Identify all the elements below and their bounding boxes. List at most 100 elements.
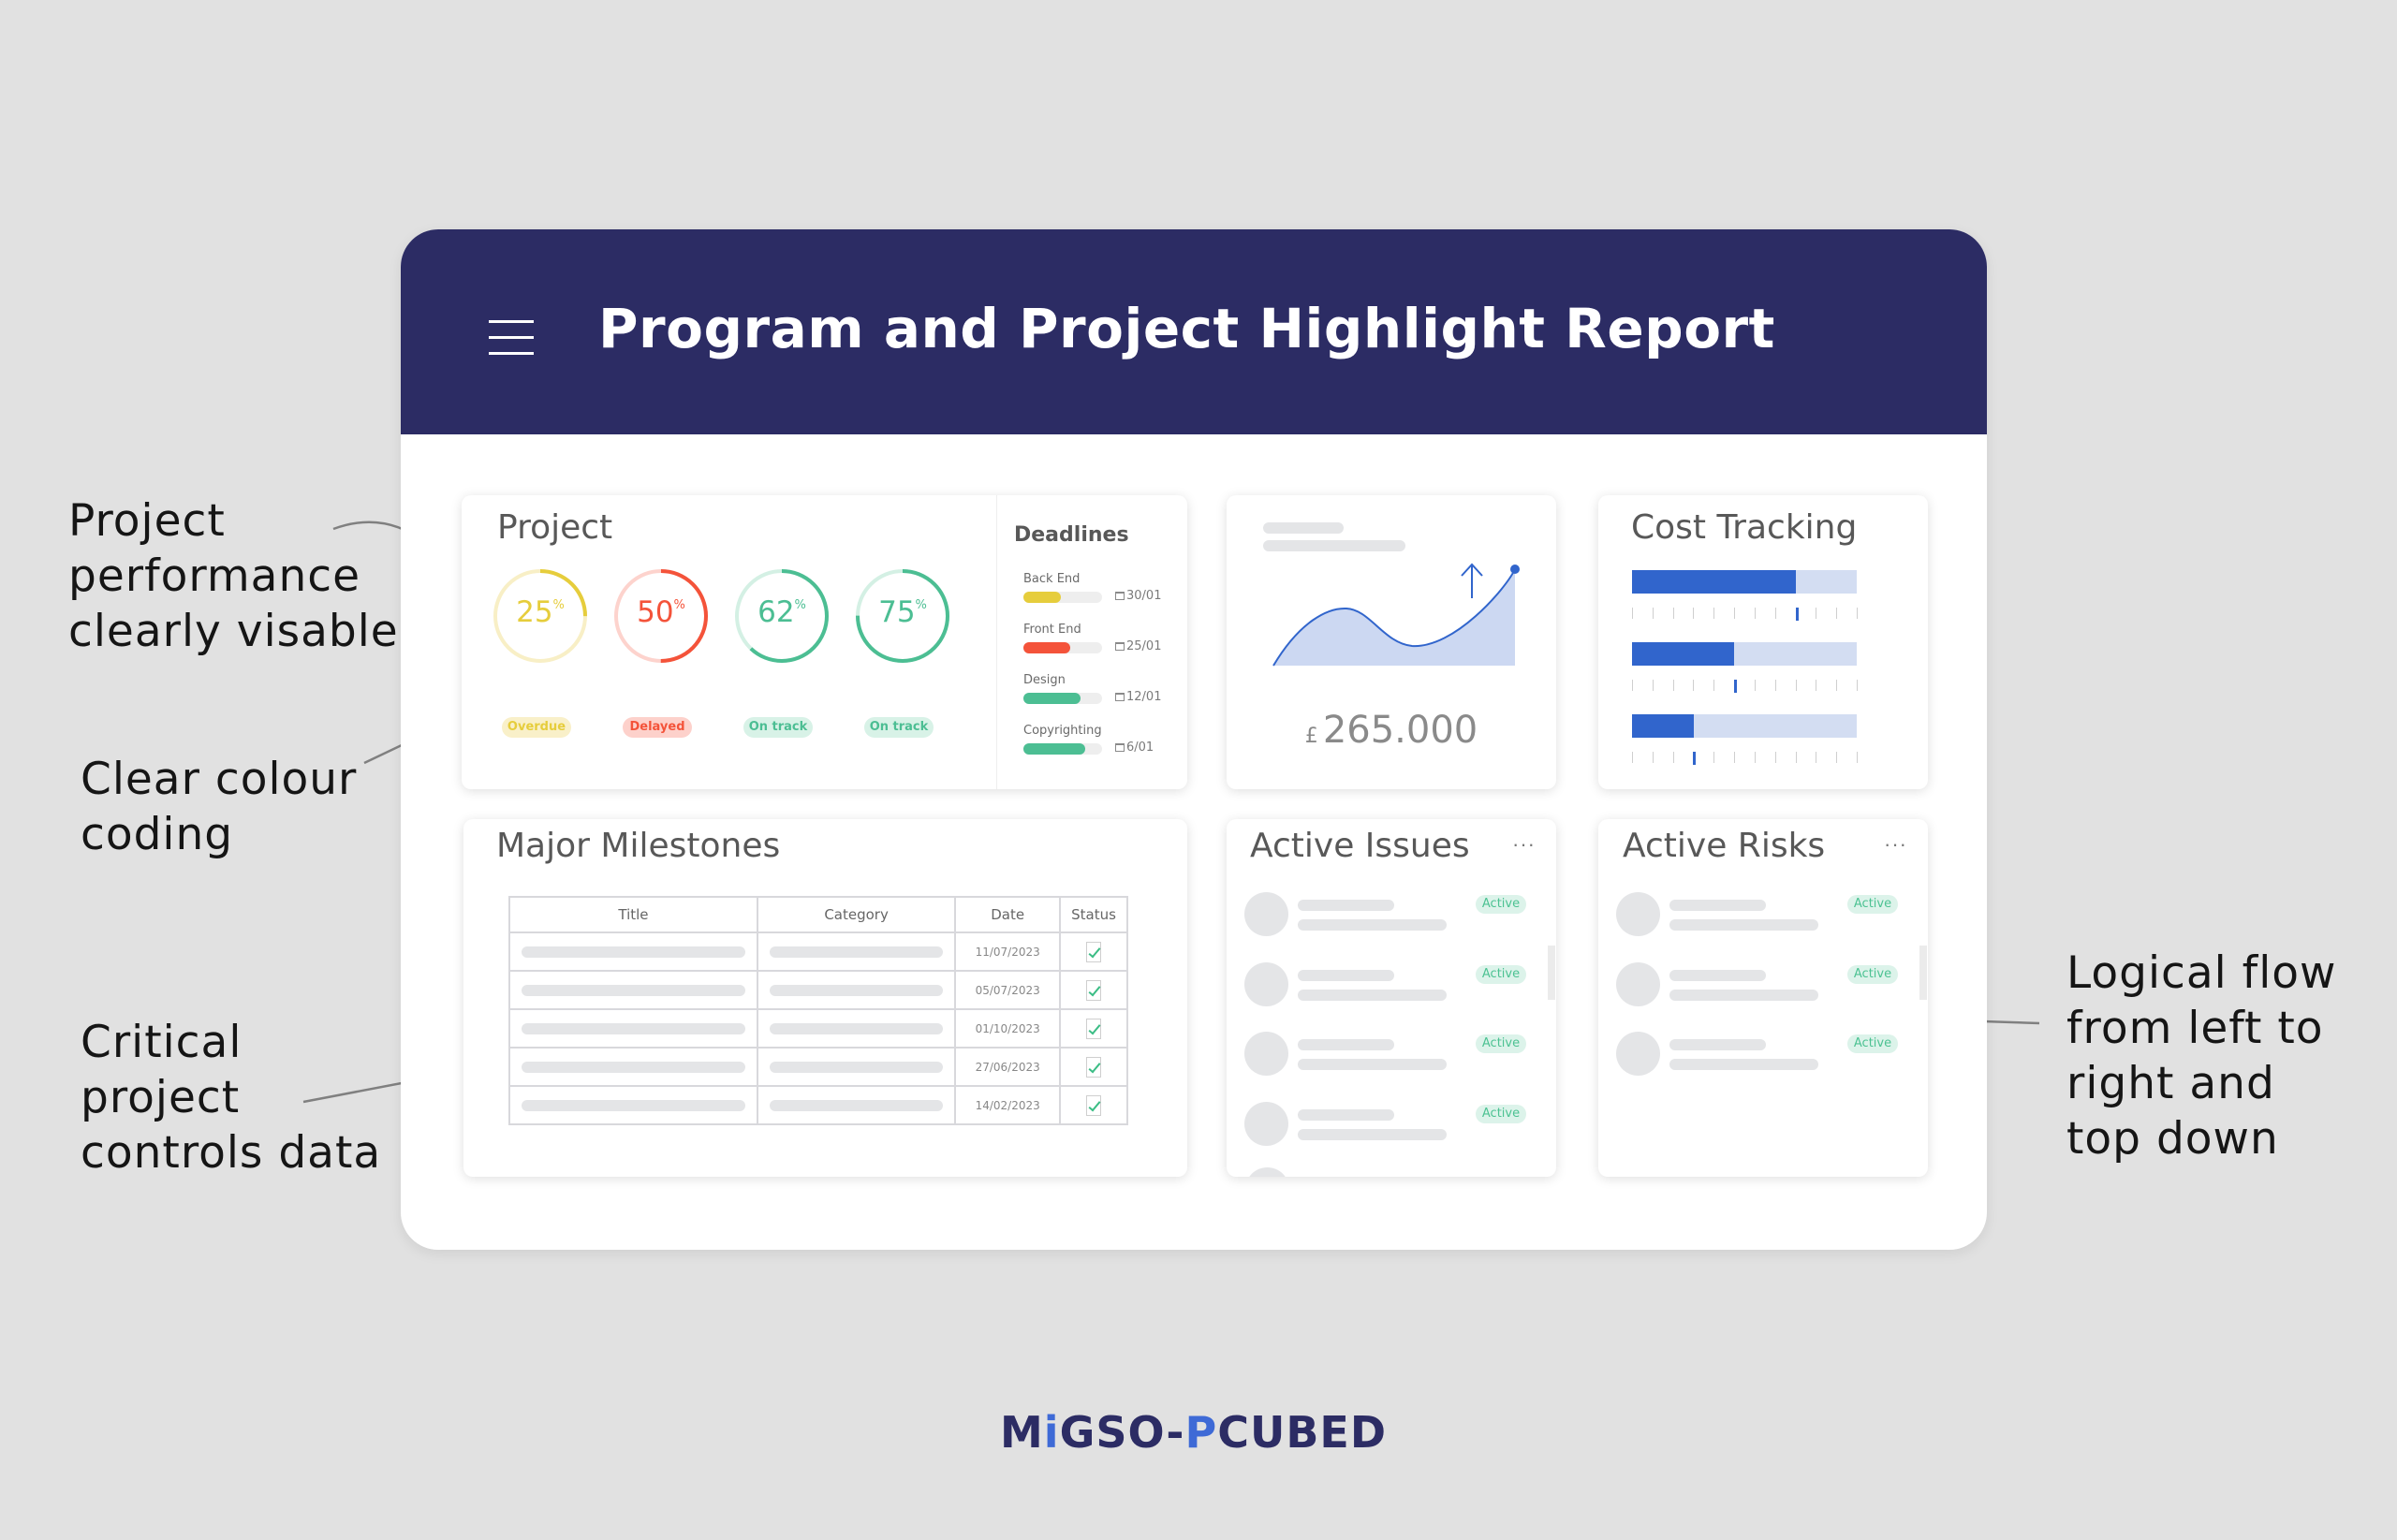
project-card-title: Project bbox=[497, 508, 613, 547]
scale-tick bbox=[1632, 752, 1633, 763]
list-item[interactable]: Active bbox=[1227, 1032, 1545, 1088]
placeholder-line bbox=[1669, 969, 1766, 981]
gauge-value: 62% bbox=[733, 595, 831, 629]
deadline-progress-bar bbox=[1023, 743, 1102, 755]
cell-status bbox=[1059, 1085, 1128, 1125]
column-header-status[interactable]: Status bbox=[1059, 896, 1128, 933]
deadline-date: 12/01 bbox=[1115, 690, 1161, 704]
status-badge: On track bbox=[743, 717, 813, 738]
avatar bbox=[1616, 1032, 1660, 1076]
table-row[interactable]: 14/02/2023 bbox=[508, 1085, 1128, 1125]
placeholder-line bbox=[522, 946, 745, 958]
avatar bbox=[1244, 1101, 1288, 1146]
list-item[interactable]: Active bbox=[1598, 961, 1917, 1019]
scale-tick bbox=[1652, 752, 1654, 763]
logo-text: CUBED bbox=[1217, 1407, 1387, 1458]
active-risks-card: Active Risks ··· Active Active Active bbox=[1598, 819, 1928, 1177]
checkbox-checked-icon[interactable] bbox=[1086, 1094, 1102, 1116]
checkbox-checked-icon[interactable] bbox=[1086, 1018, 1102, 1039]
cell-title bbox=[508, 1008, 758, 1049]
report-window: Program and Project Highlight Report Pro… bbox=[401, 229, 1987, 1250]
arrow-up-icon bbox=[1461, 563, 1483, 598]
table-row[interactable]: 27/06/2023 bbox=[508, 1047, 1128, 1087]
placeholder-line bbox=[769, 1099, 944, 1111]
list-item[interactable]: Active bbox=[1598, 892, 1917, 948]
cost-tracking-card: Cost Tracking bbox=[1598, 495, 1928, 789]
checkbox-checked-icon[interactable] bbox=[1086, 941, 1102, 962]
list-item[interactable]: Active bbox=[1598, 1032, 1917, 1088]
scale-tick bbox=[1713, 752, 1715, 763]
page-title: Program and Project Highlight Report bbox=[598, 297, 1775, 360]
budget-trend-card: £ 265.000 bbox=[1227, 495, 1556, 789]
table-row[interactable]: 01/10/2023 bbox=[508, 1008, 1128, 1049]
cost-bar-track bbox=[1632, 570, 1857, 594]
table-row[interactable]: 11/07/2023 bbox=[508, 931, 1128, 972]
placeholder-line bbox=[522, 1061, 745, 1073]
scale-tick bbox=[1774, 680, 1776, 691]
calendar-icon bbox=[1115, 743, 1125, 752]
scale-tick bbox=[1693, 680, 1695, 691]
placeholder-line bbox=[769, 1061, 944, 1073]
trend-area bbox=[1273, 569, 1515, 666]
cost-bar-track bbox=[1632, 642, 1857, 666]
scale-tick bbox=[1774, 752, 1776, 763]
column-header-date[interactable]: Date bbox=[954, 896, 1062, 933]
logo-text: P bbox=[1184, 1407, 1218, 1458]
list-item[interactable]: Active bbox=[1227, 892, 1545, 948]
placeholder-line bbox=[1298, 900, 1394, 911]
cell-category bbox=[756, 931, 957, 972]
scale-tick bbox=[1836, 752, 1838, 763]
gauge-unit: % bbox=[673, 598, 685, 612]
placeholder-line bbox=[522, 1099, 745, 1111]
avatar bbox=[1244, 961, 1288, 1006]
scrollbar[interactable] bbox=[1919, 946, 1927, 1000]
scale-tick bbox=[1754, 752, 1756, 763]
cost-scale bbox=[1632, 608, 1860, 621]
hamburger-menu-icon[interactable] bbox=[489, 320, 534, 356]
currency-symbol: £ bbox=[1304, 725, 1318, 748]
scrollbar[interactable] bbox=[1548, 946, 1555, 1000]
status-badge: Active bbox=[1847, 964, 1898, 984]
status-badge: Active bbox=[1476, 964, 1526, 984]
more-options-icon[interactable]: ··· bbox=[1512, 834, 1536, 855]
placeholder-line bbox=[1298, 919, 1447, 931]
placeholder-line bbox=[1298, 1128, 1447, 1140]
column-header-category[interactable]: Category bbox=[756, 896, 957, 933]
deadline-label: Back End bbox=[1023, 572, 1081, 586]
cell-status bbox=[1059, 931, 1128, 972]
deadline-date-text: 6/01 bbox=[1126, 741, 1154, 755]
cell-status bbox=[1059, 970, 1128, 1010]
gauge-number: 62 bbox=[757, 595, 795, 629]
placeholder-line bbox=[1669, 900, 1766, 911]
cell-status bbox=[1059, 1008, 1128, 1049]
milestones-title: Major Milestones bbox=[496, 827, 781, 865]
list-item[interactable]: Active bbox=[1227, 961, 1545, 1019]
header-bar: Program and Project Highlight Report bbox=[401, 229, 1987, 434]
scale-tick bbox=[1734, 608, 1736, 619]
annotation-logical-flow: Logical flow from left to right and top … bbox=[2066, 947, 2337, 1165]
milestones-table: Title Category Date Status 11/07/2023 05/… bbox=[508, 896, 1128, 1125]
cell-title bbox=[508, 1085, 758, 1125]
scale-tick bbox=[1774, 608, 1776, 619]
cell-date: 05/07/2023 bbox=[954, 970, 1062, 1010]
cell-category bbox=[756, 970, 957, 1010]
logo-text: M bbox=[1000, 1407, 1044, 1458]
scale-tick bbox=[1795, 752, 1797, 763]
cell-title bbox=[508, 931, 758, 972]
checkbox-checked-icon[interactable] bbox=[1086, 979, 1102, 1001]
progress-gauge: 25% bbox=[492, 567, 589, 665]
column-header-title[interactable]: Title bbox=[508, 896, 758, 933]
progress-gauge: 62% bbox=[733, 567, 831, 665]
deadline-label: Copyrighting bbox=[1023, 724, 1102, 738]
more-options-icon[interactable]: ··· bbox=[1884, 834, 1907, 855]
table-row[interactable]: 05/07/2023 bbox=[508, 970, 1128, 1010]
annotation-colour-coding: Clear colour coding bbox=[81, 754, 358, 860]
list-item[interactable]: Active bbox=[1227, 1101, 1545, 1158]
deadline-progress-bar bbox=[1023, 642, 1102, 653]
calendar-icon bbox=[1115, 592, 1125, 600]
deadline-progress-fill bbox=[1023, 642, 1071, 653]
placeholder-line bbox=[769, 984, 944, 996]
cell-category bbox=[756, 1047, 957, 1087]
checkbox-checked-icon[interactable] bbox=[1086, 1056, 1102, 1078]
table-header-row: Title Category Date Status bbox=[508, 896, 1128, 933]
